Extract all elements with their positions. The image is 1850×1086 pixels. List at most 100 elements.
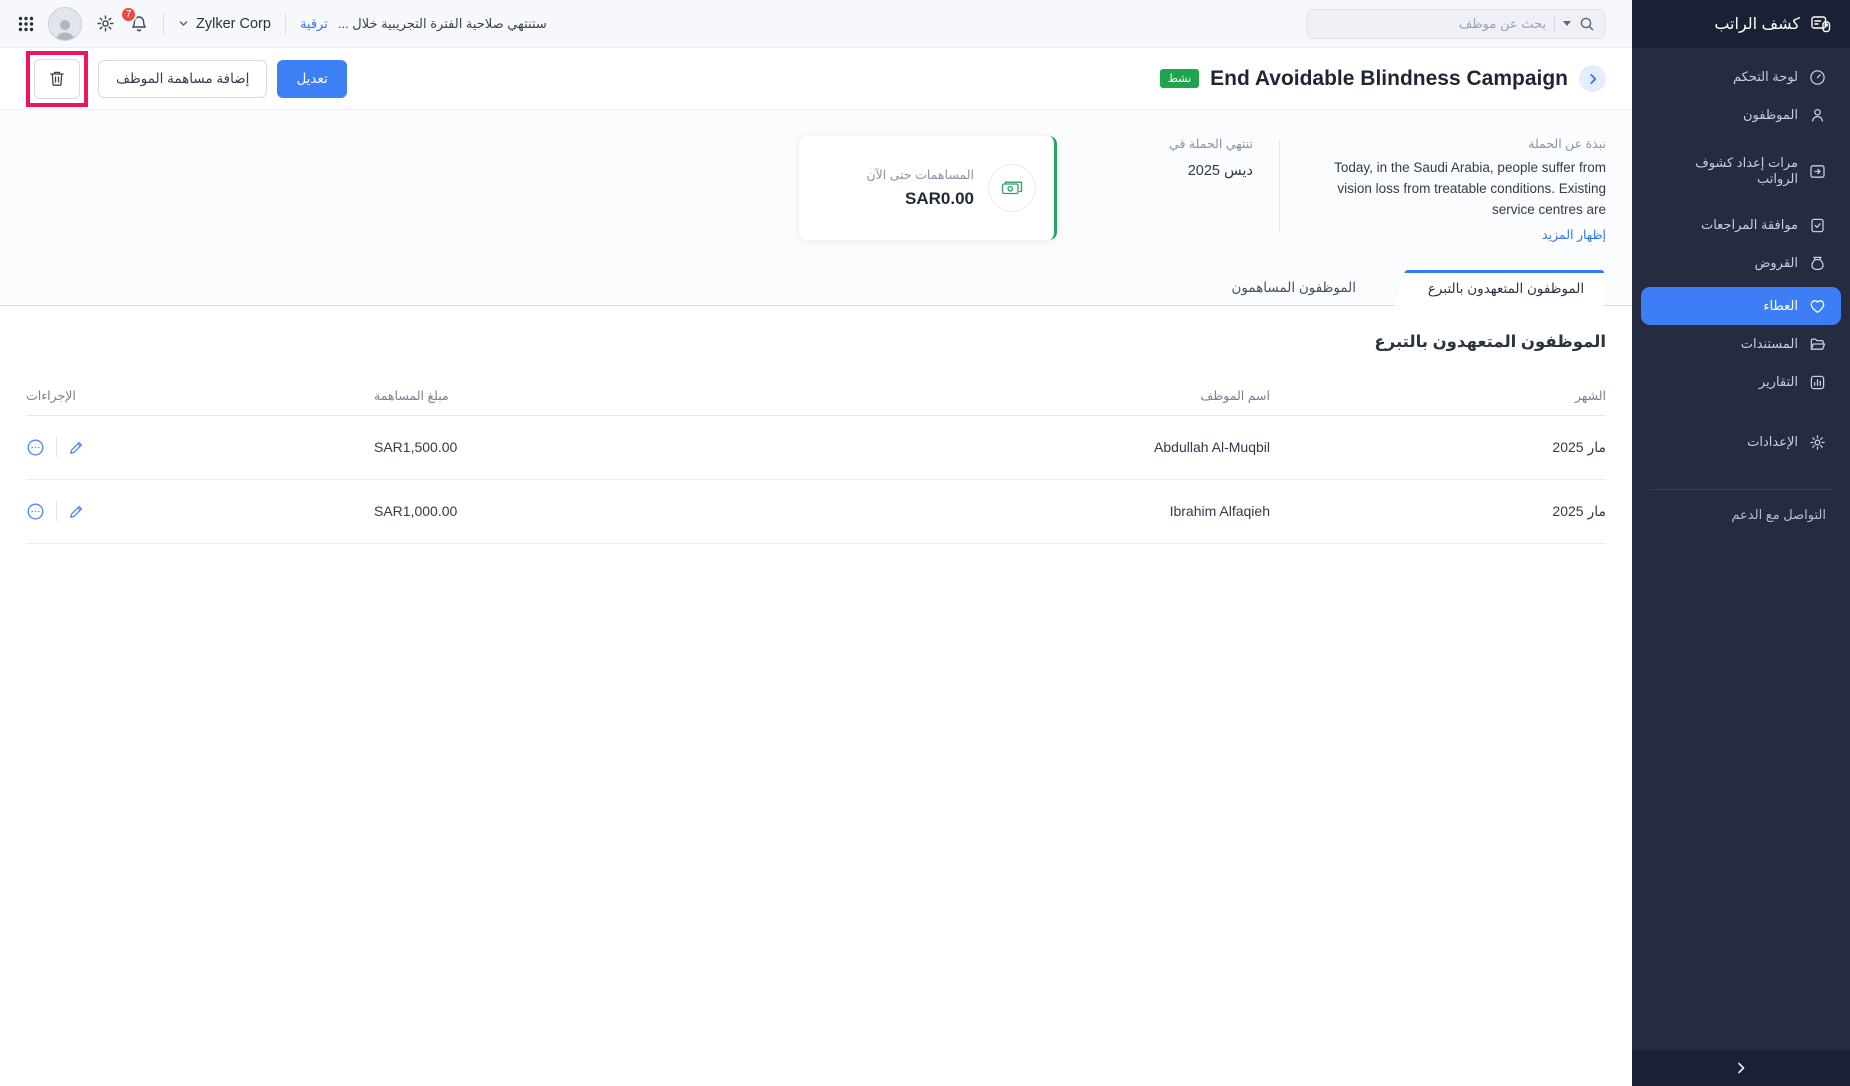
search-scope-caret-icon[interactable] <box>1563 21 1571 26</box>
topbar-divider <box>285 13 286 35</box>
about-label: نبذة عن الحملة <box>1306 136 1606 151</box>
chevron-right-icon <box>1587 73 1599 85</box>
pencil-icon <box>68 439 85 456</box>
section-heading: الموظفون المتعهدون بالتبرع <box>26 332 1606 352</box>
sidebar-item-settings[interactable]: الإعدادات <box>1632 423 1850 461</box>
page-title: End Avoidable Blindness Campaign <box>1210 67 1568 91</box>
campaign-about: نبذة عن الحملة Today, in the Saudi Arabi… <box>1306 136 1606 244</box>
more-actions-button[interactable] <box>26 438 45 457</box>
approvals-icon <box>1809 217 1826 234</box>
folder-icon <box>1809 336 1826 353</box>
sidebar-item-contact-support[interactable]: التواصل مع الدعم <box>1632 500 1850 530</box>
contributions-value: SAR0.00 <box>817 189 974 209</box>
sidebar-divider <box>1650 489 1832 490</box>
sidebar-item-loans[interactable]: القروض <box>1632 244 1850 282</box>
app-logo: كشف الراتب <box>1632 0 1850 48</box>
topbar-cluster: ستنتهي صلاحية الفترة التجريبية خلال ... … <box>18 7 547 41</box>
cell-month: مار 2025 <box>1270 439 1606 456</box>
employees-icon <box>1809 107 1826 124</box>
topbar-divider <box>163 13 164 35</box>
sidebar-item-dashboard[interactable]: لوحة التحكم <box>1632 58 1850 96</box>
tab-bar: الموظفون المتعهدون بالتبرع الموظفون المس… <box>0 270 1632 306</box>
topbar: ستنتهي صلاحية الفترة التجريبية خلال ... … <box>0 0 1632 48</box>
title-group: End Avoidable Blindness Campaign نشط <box>1160 65 1606 92</box>
settings-button[interactable] <box>96 14 115 33</box>
contributions-table: الشهر اسم الموظف مبلغ المساهمة الإجراءات… <box>26 376 1606 544</box>
cell-actions <box>26 437 374 457</box>
app-title: كشف الراتب <box>1714 14 1800 34</box>
table-header-row: الشهر اسم الموظف مبلغ المساهمة الإجراءات <box>26 376 1606 416</box>
cell-employee: Abdullah Al-Muqbil <box>614 439 1270 455</box>
edit-row-button[interactable] <box>68 439 85 456</box>
app-grid-button[interactable] <box>18 16 34 32</box>
trial-banner: ستنتهي صلاحية الفترة التجريبية خلال ... … <box>300 16 547 32</box>
user-avatar[interactable] <box>48 7 82 41</box>
sidebar-item-documents[interactable]: المستندات <box>1632 325 1850 363</box>
cash-icon <box>988 164 1036 212</box>
col-amount: مبلغ المساهمة <box>374 388 614 403</box>
org-name: Zylker Corp <box>196 16 271 32</box>
sidebar-item-reports[interactable]: التقارير <box>1632 363 1850 401</box>
contributions-card: المساهمات حتى الآن SAR0.00 <box>799 136 1057 240</box>
chevron-down-icon <box>178 18 189 29</box>
campaign-description: Today, in the Saudi Arabia, people suffe… <box>1306 158 1606 221</box>
main-content: End Avoidable Blindness Campaign نشط تعد… <box>0 48 1632 1086</box>
apps-grid-icon <box>18 16 34 32</box>
search-icon <box>1579 16 1595 32</box>
dashboard-icon <box>1809 69 1826 86</box>
col-actions: الإجراءات <box>26 388 374 403</box>
employee-search[interactable] <box>1306 9 1606 39</box>
cell-employee: Ibrahim Alfaqieh <box>614 503 1270 519</box>
header-actions: تعديل إضافة مساهمة الموظف <box>26 51 347 107</box>
chevron-right-icon <box>1734 1061 1748 1075</box>
search-input[interactable] <box>1317 16 1546 31</box>
tab-contributing-employees[interactable]: الموظفون المساهمون <box>1232 271 1357 305</box>
edit-button[interactable]: تعديل <box>277 60 346 98</box>
loans-icon <box>1809 255 1826 272</box>
status-badge: نشط <box>1160 69 1199 88</box>
delete-button[interactable] <box>34 59 80 99</box>
actions-divider <box>56 501 57 521</box>
sidebar-nav: لوحة التحكم الموظفون مرات إعداد كشوف الر… <box>1632 48 1850 530</box>
add-contribution-button[interactable]: إضافة مساهمة الموظف <box>98 60 267 98</box>
sidebar-collapse-button[interactable] <box>1632 1050 1850 1086</box>
upgrade-link[interactable]: ترقية <box>300 16 328 32</box>
actions-divider <box>56 437 57 457</box>
payroll-logo-icon <box>1810 13 1832 35</box>
more-actions-button[interactable] <box>26 502 45 521</box>
cell-actions <box>26 501 374 521</box>
contributions-text: المساهمات حتى الآن SAR0.00 <box>817 167 974 209</box>
trial-text: ستنتهي صلاحية الفترة التجريبية خلال ... <box>338 16 547 32</box>
edit-row-button[interactable] <box>68 503 85 520</box>
ends-value: ديس 2025 <box>1141 163 1253 179</box>
bar-chart-icon <box>1809 374 1826 391</box>
table-row: مار 2025 Abdullah Al-Muqbil SAR1,500.00 <box>26 416 1606 480</box>
sidebar-item-pay-runs[interactable]: مرات إعداد كشوف الرواتب <box>1632 152 1850 190</box>
pledged-employees-section: الموظفون المتعهدون بالتبرع الشهر اسم الم… <box>0 332 1632 584</box>
back-button[interactable] <box>1579 65 1606 92</box>
trash-icon <box>49 70 65 87</box>
campaign-info-row: نبذة عن الحملة Today, in the Saudi Arabi… <box>0 136 1632 244</box>
heart-icon <box>1809 298 1826 315</box>
page-header: End Avoidable Blindness Campaign نشط تعد… <box>0 48 1632 110</box>
org-selector[interactable]: Zylker Corp <box>178 16 271 32</box>
cell-amount: SAR1,500.00 <box>374 439 614 455</box>
sidebar-item-employees[interactable]: الموظفون <box>1632 96 1850 134</box>
cell-amount: SAR1,000.00 <box>374 503 614 519</box>
contributions-label: المساهمات حتى الآن <box>817 167 974 182</box>
sidebar-item-approvals[interactable]: موافقة المراجعات <box>1632 206 1850 244</box>
search-divider <box>1554 16 1555 32</box>
sidebar-item-giving[interactable]: العطاء <box>1641 287 1841 325</box>
annotation-highlight-box <box>26 51 88 107</box>
pencil-icon <box>68 503 85 520</box>
pay-runs-icon <box>1809 163 1826 180</box>
col-month: الشهر <box>1270 388 1606 403</box>
notifications-button[interactable]: 7 <box>129 14 149 34</box>
campaign-info-section: نبذة عن الحملة Today, in the Saudi Arabi… <box>0 110 1632 306</box>
campaign-end-date: تنتهي الحملة في ديس 2025 <box>1141 136 1253 179</box>
ends-label: تنتهي الحملة في <box>1141 136 1253 151</box>
ellipsis-circle-icon <box>26 438 45 457</box>
gear-icon <box>1809 434 1826 451</box>
tab-pledged-employees[interactable]: الموظفون المتعهدون بالتبرع <box>1408 270 1604 306</box>
show-more-link[interactable]: إظهار المزيد <box>1542 227 1606 242</box>
